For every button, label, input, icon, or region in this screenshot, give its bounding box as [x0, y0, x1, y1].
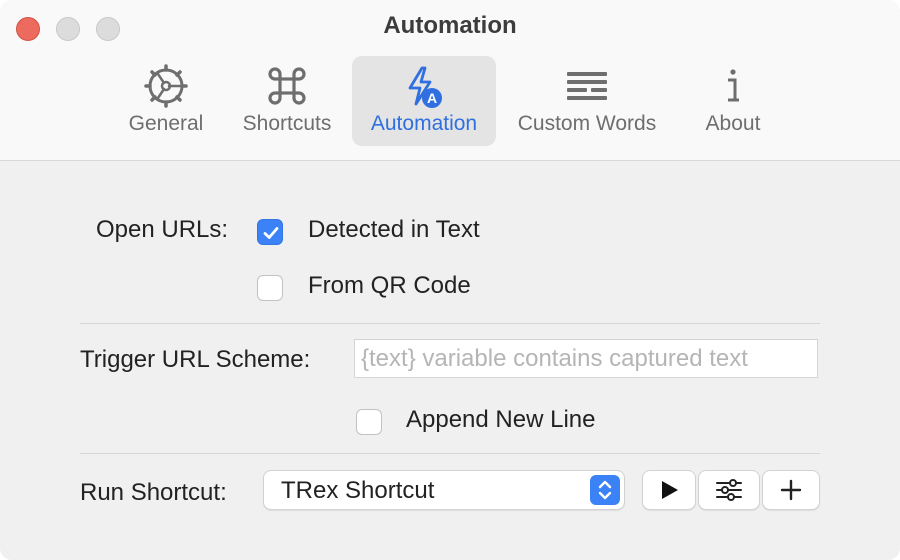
tab-shortcuts[interactable]: Shortcuts [232, 56, 342, 146]
detected-in-text-label: Detected in Text [308, 216, 480, 243]
info-icon [728, 69, 739, 102]
toolbar: Automation General Shortcuts A Automatio… [0, 0, 900, 161]
shortcut-select-value: TRex Shortcut [281, 477, 435, 504]
preferences-window: Automation General Shortcuts A Automatio… [0, 0, 900, 560]
add-shortcut-button[interactable] [762, 470, 820, 510]
plus-icon [780, 479, 802, 501]
run-shortcut-label: Run Shortcut: [80, 479, 227, 506]
svg-text:A: A [427, 90, 437, 106]
tab-label: General [128, 112, 204, 135]
tab-label: About [705, 112, 761, 135]
shortcut-select[interactable]: TRex Shortcut [263, 470, 625, 510]
from-qr-code-checkbox[interactable] [257, 275, 283, 301]
run-shortcut-button[interactable] [642, 470, 696, 510]
gear-icon [144, 64, 188, 108]
window-title: Automation [383, 12, 517, 39]
from-qr-code-label: From QR Code [308, 272, 471, 299]
section-divider [80, 323, 820, 324]
select-arrows-icon [590, 475, 620, 505]
append-new-line-label: Append New Line [406, 406, 596, 433]
tab-label: Custom Words [517, 112, 657, 135]
command-icon [268, 67, 306, 105]
tab-custom-words[interactable]: Custom Words [505, 56, 669, 146]
text-lines-icon [567, 72, 607, 100]
sliders-icon [716, 479, 742, 501]
tab-about[interactable]: About [693, 56, 773, 146]
play-icon [662, 481, 678, 499]
automation-bolt-icon: A [408, 66, 442, 108]
append-new-line-checkbox[interactable] [356, 409, 382, 435]
tab-automation[interactable]: A Automation [352, 56, 496, 146]
shortcut-settings-button[interactable] [698, 470, 760, 510]
trigger-url-scheme-label: Trigger URL Scheme: [80, 346, 311, 373]
tab-general[interactable]: General [116, 56, 216, 146]
detected-in-text-checkbox[interactable] [257, 219, 283, 245]
open-urls-label: Open URLs: [96, 216, 229, 243]
tab-label: Automation [370, 112, 478, 135]
section-divider [80, 453, 820, 454]
checkmark-icon [263, 227, 279, 239]
trigger-url-scheme-input[interactable] [354, 339, 818, 378]
tab-label: Shortcuts [242, 112, 332, 135]
